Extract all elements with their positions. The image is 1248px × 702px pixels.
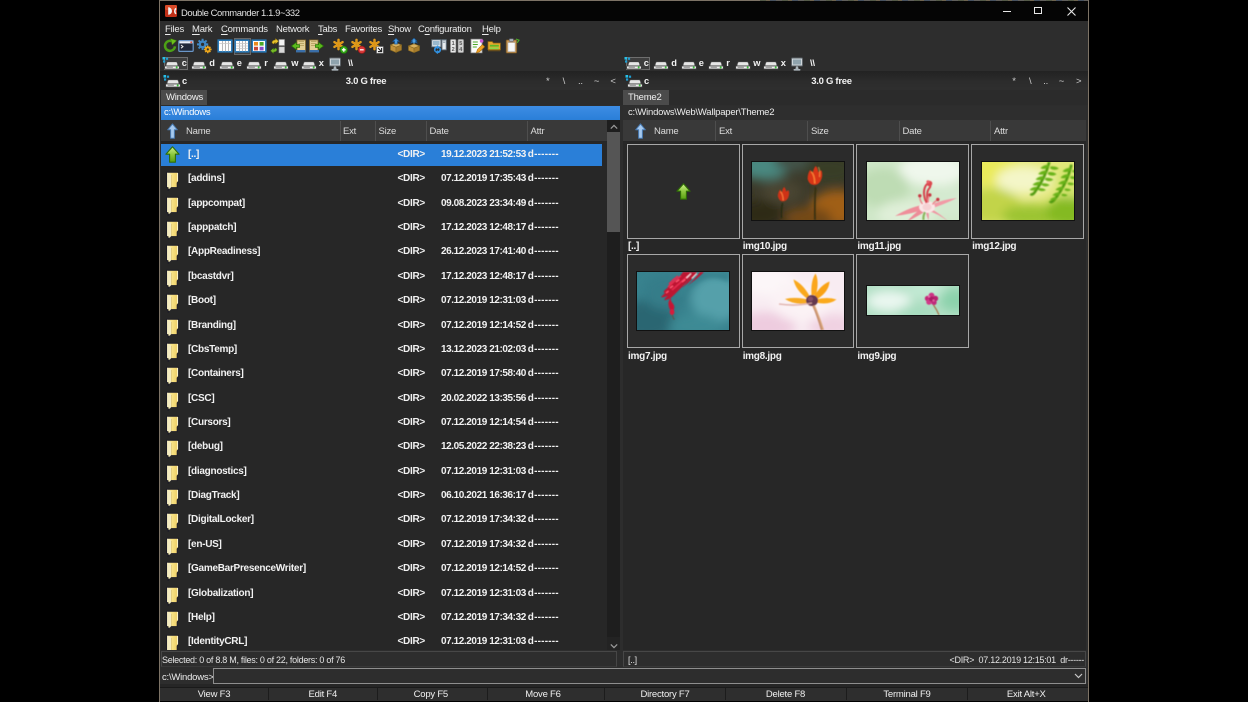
svg-text:2: 2 xyxy=(452,47,455,53)
